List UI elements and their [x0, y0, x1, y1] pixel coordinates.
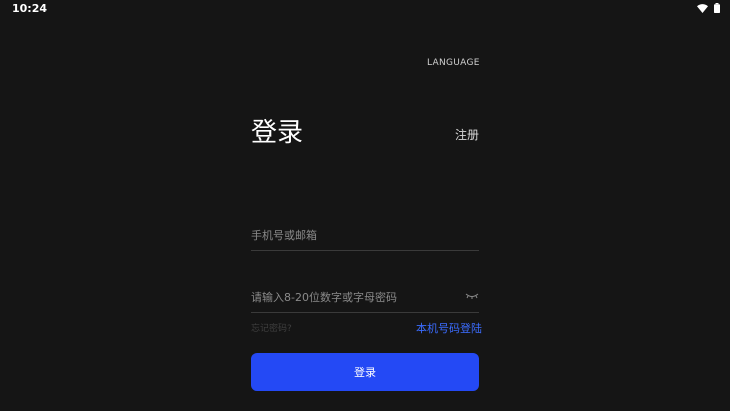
language-link[interactable]: LANGUAGE	[427, 58, 480, 68]
password-field	[251, 282, 479, 313]
page-title: 登录	[251, 118, 304, 148]
status-icons	[697, 3, 720, 13]
wifi-icon	[697, 3, 708, 13]
login-button[interactable]: 登录	[251, 353, 479, 391]
status-bar: 10:24	[0, 0, 730, 18]
account-field	[251, 220, 479, 251]
local-number-login-link[interactable]: 本机号码登陆	[416, 320, 482, 336]
status-time: 10:24	[12, 2, 48, 15]
forgot-password-link[interactable]: 忘记密码?	[251, 321, 292, 334]
register-link[interactable]: 注册	[455, 126, 479, 143]
eye-closed-icon[interactable]	[465, 290, 479, 302]
password-input[interactable]	[251, 282, 479, 312]
battery-icon	[714, 3, 720, 13]
login-screen: 10:24 LANGUAGE 登录 注册 手机号或邮箱 忘记密码? 本机号码登陆…	[0, 0, 730, 411]
account-input[interactable]	[251, 220, 479, 250]
